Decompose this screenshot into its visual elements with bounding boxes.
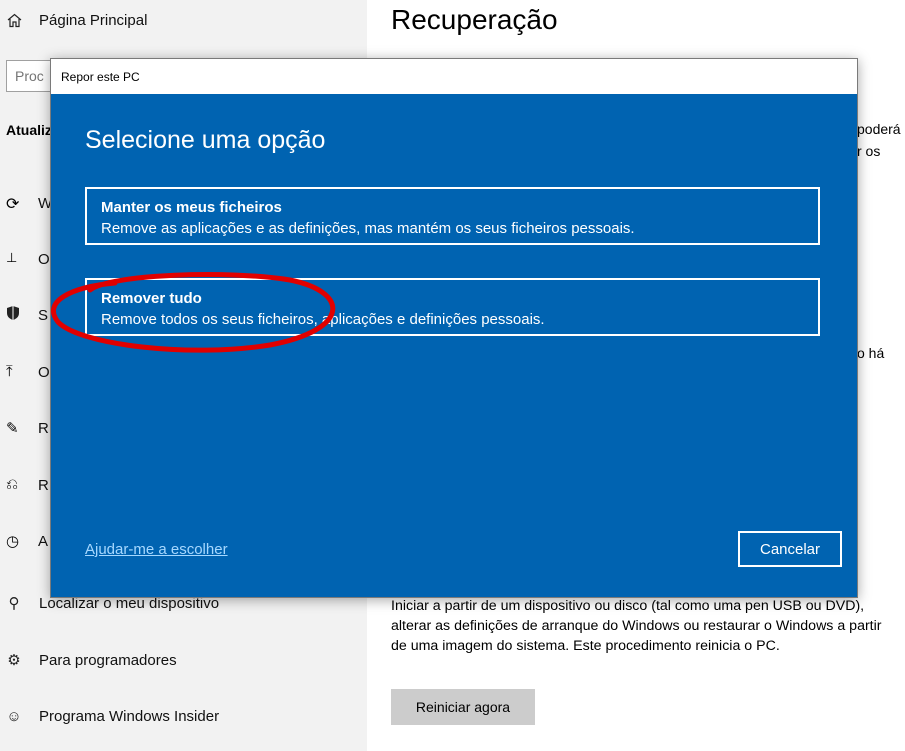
dialog-titlebar[interactable]: Repor este PC: [51, 59, 857, 94]
sidebar-item-recovery[interactable]: R: [38, 477, 49, 494]
sidebar-item-troubleshoot[interactable]: R: [38, 420, 49, 437]
shield-icon: [6, 305, 20, 326]
sidebar-item-label: Programa Windows Insider: [39, 707, 220, 725]
advanced-startup-description: Iniciar a partir de um dispositivo ou di…: [391, 598, 882, 654]
option-description: Remove todos os seus ficheiros, aplicaçõ…: [101, 311, 545, 328]
refresh-icon: ⟳: [6, 196, 20, 213]
sidebar-item-activation[interactable]: A: [38, 533, 48, 550]
recovery-icon: ⎌: [6, 476, 19, 493]
activation-icon: ◷: [6, 533, 20, 550]
help-me-choose-link[interactable]: Ajudar-me a escolher: [85, 541, 228, 558]
remove-everything-option[interactable]: Remover tudo Remove todos os seus fichei…: [85, 278, 820, 336]
sidebar-item-security[interactable]: S: [38, 307, 48, 324]
reset-pc-dialog: Repor este PC Selecione uma opção Manter…: [50, 58, 858, 598]
option-title: Remover tudo: [101, 290, 202, 307]
home-icon: [6, 12, 22, 28]
cancel-button[interactable]: Cancelar: [738, 531, 842, 567]
sidebar-item-label: Página Principal: [39, 11, 148, 29]
wrench-icon: ✎: [6, 420, 19, 437]
option-description: Remove as aplicações e as definições, ma…: [101, 220, 635, 237]
page-title: Recuperação: [391, 4, 558, 35]
developer-icon: ⚙: [7, 652, 21, 669]
text-fragment: o há: [857, 345, 885, 361]
dialog-heading: Selecione uma opção: [85, 126, 326, 154]
restart-now-button[interactable]: Reiniciar agora: [391, 689, 535, 725]
dialog-title: Repor este PC: [61, 69, 140, 84]
text-fragment: poderá: [857, 121, 901, 137]
dialog-body: Selecione uma opção Manter os meus fiche…: [51, 94, 857, 597]
keep-files-option[interactable]: Manter os meus ficheiros Remove as aplic…: [85, 187, 820, 245]
sidebar-item-delivery[interactable]: O: [38, 251, 50, 268]
sidebar-item-home[interactable]: Página Principal: [0, 0, 367, 40]
text-fragment: r os: [857, 143, 881, 159]
sidebar-item-label: Para programadores: [39, 651, 177, 669]
option-title: Manter os meus ficheiros: [101, 199, 282, 216]
sidebar-item-developers[interactable]: ⚙ Para programadores: [0, 640, 367, 680]
sidebar-item-insider[interactable]: ☺ Programa Windows Insider: [0, 696, 367, 736]
insider-icon: ☺: [6, 707, 22, 725]
find-device-icon: ⚲: [8, 595, 20, 612]
delivery-icon: ⊥: [6, 250, 18, 265]
backup-icon: ⤒: [6, 363, 13, 380]
sidebar-item-backup[interactable]: O: [38, 364, 50, 381]
section-heading: Atualiz: [6, 122, 52, 138]
